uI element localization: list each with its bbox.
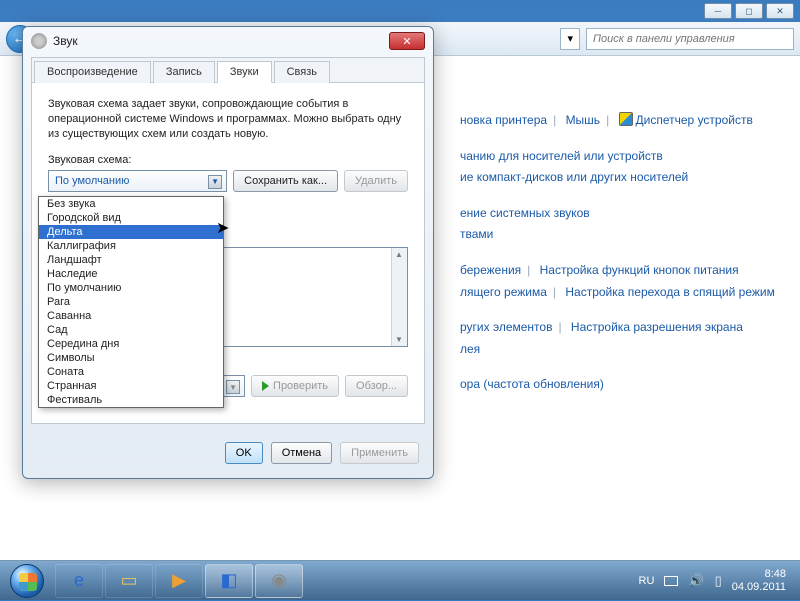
dropdown-item[interactable]: Рага: [39, 295, 223, 309]
dialog-close-button[interactable]: ✕: [389, 32, 425, 50]
play-icon: [262, 381, 269, 391]
link-manage[interactable]: твами: [460, 227, 493, 241]
link-refresh[interactable]: ора (частота обновления): [460, 377, 604, 391]
network-tray-icon[interactable]: ▯: [715, 573, 722, 589]
clock[interactable]: 8:48 04.09.2011: [732, 568, 786, 592]
dropdown-item[interactable]: Ландшафт: [39, 253, 223, 267]
scheme-dropdown-list[interactable]: Без звукаГородской видДельтаКаллиграфияЛ…: [38, 196, 224, 408]
cancel-button[interactable]: Отмена: [271, 442, 332, 464]
scheme-description: Звуковая схема задает звуки, сопровождаю…: [48, 97, 408, 142]
tab-recording[interactable]: Запись: [153, 61, 215, 83]
dropdown-item[interactable]: Саванна: [39, 309, 223, 323]
dropdown-item[interactable]: Дельта: [39, 225, 223, 239]
dropdown-item[interactable]: Каллиграфия: [39, 239, 223, 253]
scrollbar[interactable]: [391, 248, 407, 346]
link-mouse[interactable]: Мышь: [566, 113, 601, 127]
tab-playback[interactable]: Воспроизведение: [34, 61, 151, 83]
tab-sounds[interactable]: Звуки: [217, 61, 272, 83]
browse-button: Обзор...: [345, 375, 408, 397]
dropdown-item[interactable]: Сад: [39, 323, 223, 337]
dialog-title: Звук: [53, 34, 78, 48]
search-input[interactable]: [586, 28, 794, 50]
windows-orb-icon: [10, 564, 44, 598]
cursor-icon: ➤: [216, 218, 229, 238]
play-button: Проверить: [251, 375, 339, 397]
lang-indicator[interactable]: RU: [639, 575, 655, 587]
minimize-button[interactable]: ─: [704, 3, 732, 19]
dropdown-item[interactable]: Странная: [39, 379, 223, 393]
delete-button: Удалить: [344, 170, 408, 192]
dropdown-item[interactable]: По умолчанию: [39, 281, 223, 295]
taskbar-control-panel[interactable]: ◧: [205, 564, 253, 598]
flag-icon[interactable]: [664, 576, 678, 586]
apply-button: Применить: [340, 442, 419, 464]
scheme-combobox[interactable]: По умолчанию ▼: [48, 170, 227, 192]
start-button[interactable]: [0, 561, 54, 601]
link-device-manager[interactable]: Диспетчер устройств: [636, 113, 753, 127]
dropdown-item[interactable]: Городской вид: [39, 211, 223, 225]
dialog-buttons: OK Отмена Применить: [23, 432, 433, 478]
taskbar-sound[interactable]: ◉: [255, 564, 303, 598]
dropdown-item[interactable]: Символы: [39, 351, 223, 365]
speaker-icon: [31, 33, 47, 49]
chevron-down-icon: ▼: [226, 380, 240, 394]
taskbar: e ▭ ▶ ◧ ◉ RU 🔊 ▯ 8:48 04.09.2011: [0, 560, 800, 600]
ok-button[interactable]: OK: [225, 442, 263, 464]
link-sleep[interactable]: лящего режима: [460, 285, 547, 299]
maximize-button[interactable]: ◻: [735, 3, 763, 19]
link-other[interactable]: ругих элементов: [460, 320, 552, 334]
tabs: Воспроизведение Запись Звуки Связь: [32, 58, 424, 83]
dropdown-item[interactable]: Соната: [39, 365, 223, 379]
dropdown-item[interactable]: Фестиваль: [39, 393, 223, 407]
link-power-buttons[interactable]: Настройка функций кнопок питания: [540, 263, 739, 277]
scheme-combobox-value: По умолчанию: [55, 175, 129, 187]
window-titlebar: ─ ◻ ✕: [0, 0, 800, 22]
nav-dropdown[interactable]: ▾: [560, 28, 580, 50]
dropdown-item[interactable]: Наследие: [39, 267, 223, 281]
taskbar-ie[interactable]: e: [55, 564, 103, 598]
clock-date: 04.09.2011: [732, 581, 786, 593]
shield-icon: [619, 112, 633, 126]
clock-time: 8:48: [732, 568, 786, 580]
save-as-button[interactable]: Сохранить как...: [233, 170, 338, 192]
link-display[interactable]: лея: [460, 342, 480, 356]
link-power[interactable]: бережения: [460, 263, 521, 277]
system-tray: RU 🔊 ▯ 8:48 04.09.2011: [639, 568, 794, 592]
link-sleep-transition[interactable]: Настройка перехода в спящий режим: [565, 285, 774, 299]
scheme-label: Звуковая схема:: [48, 154, 408, 166]
link-system-sounds[interactable]: ение системных звуков: [460, 206, 590, 220]
link-cd-autoplay[interactable]: ие компакт-дисков или других носителей: [460, 170, 688, 184]
chevron-down-icon: ▼: [208, 175, 222, 189]
speaker-tray-icon[interactable]: 🔊: [688, 573, 704, 589]
dialog-titlebar[interactable]: Звук ✕: [23, 27, 433, 55]
link-printer[interactable]: новка принтера: [460, 113, 547, 127]
link-resolution[interactable]: Настройка разрешения экрана: [571, 320, 743, 334]
tab-communications[interactable]: Связь: [274, 61, 330, 83]
taskbar-wmp[interactable]: ▶: [155, 564, 203, 598]
taskbar-explorer[interactable]: ▭: [105, 564, 153, 598]
dropdown-item[interactable]: Середина дня: [39, 337, 223, 351]
dropdown-item[interactable]: Без звука: [39, 197, 223, 211]
link-autoplay[interactable]: чанию для носителей или устройств: [460, 149, 663, 163]
close-button[interactable]: ✕: [766, 3, 794, 19]
